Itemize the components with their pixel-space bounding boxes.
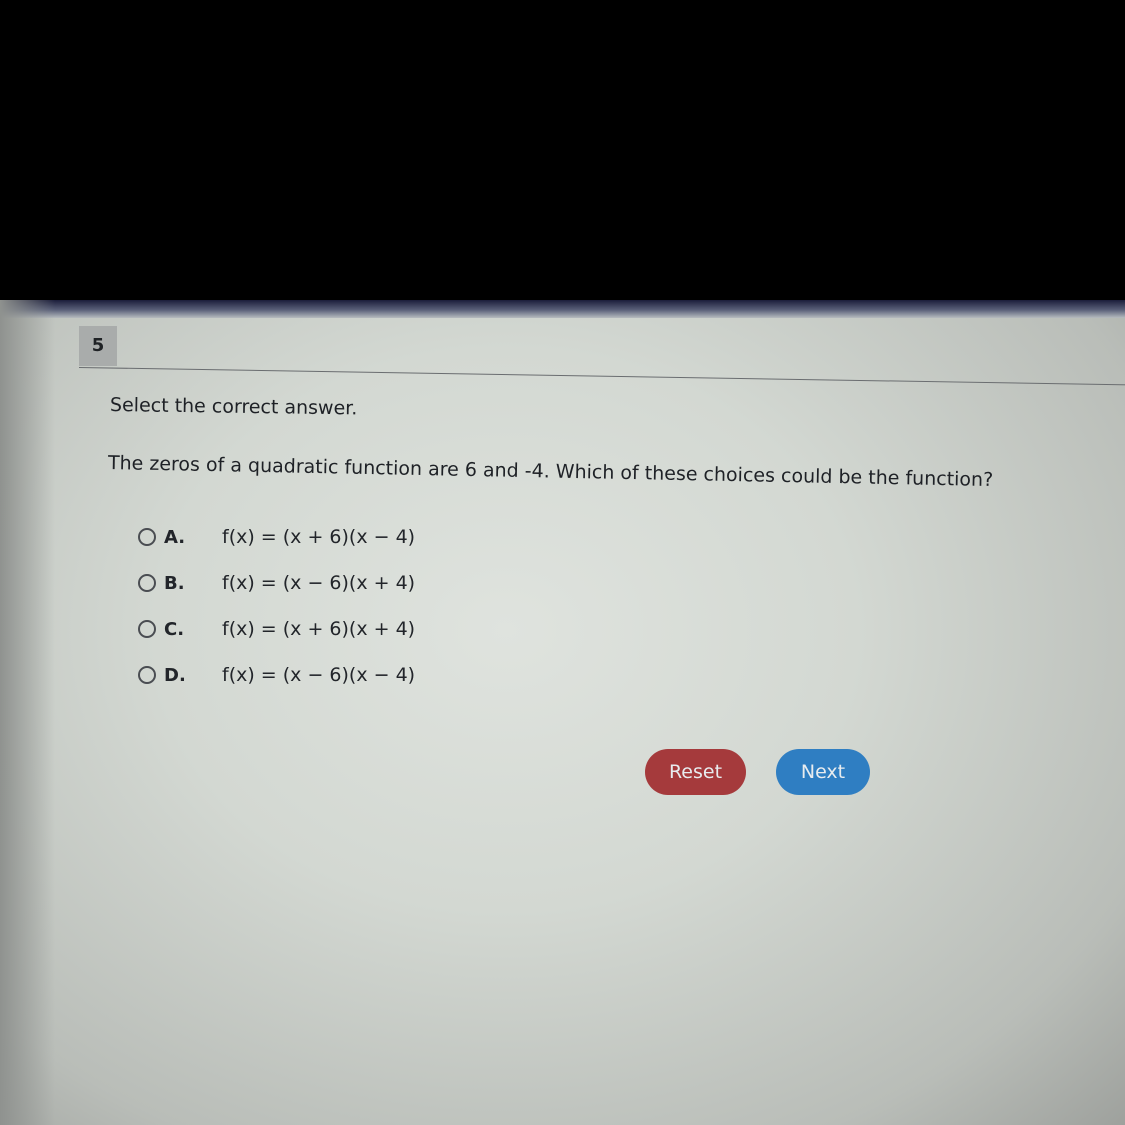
choice-formula: f(x) = (x + 6)(x − 4) (222, 526, 416, 548)
radio-button-icon[interactable] (138, 574, 156, 592)
header-divider (78, 367, 1125, 386)
dark-background (0, 0, 1125, 300)
choice-formula: f(x) = (x + 6)(x + 4) (222, 618, 416, 640)
radio-button-icon[interactable] (138, 528, 156, 546)
choice-letter: A. (164, 526, 186, 548)
choice-a[interactable]: A. f(x) = (x + 6)(x − 4) (138, 514, 415, 560)
instruction-text: Select the correct answer. (109, 394, 358, 420)
screen-shadow (0, 300, 55, 1125)
next-button[interactable]: Next (776, 749, 870, 795)
choice-letter: C. (164, 618, 185, 640)
answer-choices: A. f(x) = (x + 6)(x − 4) B. f(x) = (x − … (138, 514, 415, 698)
choice-letter: B. (164, 572, 185, 594)
choice-c[interactable]: C. f(x) = (x + 6)(x + 4) (138, 606, 415, 652)
reset-button[interactable]: Reset (645, 749, 746, 795)
choice-d[interactable]: D. f(x) = (x − 6)(x − 4) (138, 652, 415, 698)
question-prompt: The zeros of a quadratic function are 6 … (107, 452, 994, 491)
choice-formula: f(x) = (x − 6)(x − 4) (222, 664, 416, 686)
choice-letter: D. (164, 664, 186, 686)
question-card: 5 Select the correct answer. The zeros o… (60, 308, 1125, 1125)
radio-button-icon[interactable] (138, 620, 156, 638)
screen: 5 Select the correct answer. The zeros o… (0, 300, 1125, 1125)
radio-button-icon[interactable] (138, 666, 156, 684)
question-number-badge: 5 (79, 326, 117, 366)
choice-formula: f(x) = (x − 6)(x + 4) (222, 572, 416, 594)
choice-b[interactable]: B. f(x) = (x − 6)(x + 4) (138, 560, 415, 606)
